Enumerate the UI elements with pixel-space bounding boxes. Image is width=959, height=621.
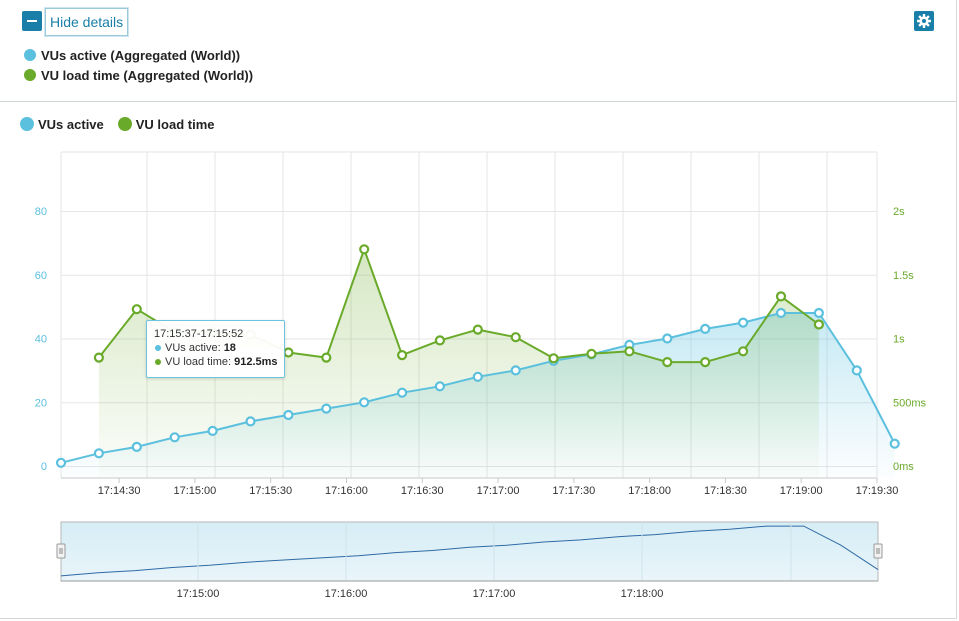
- y-left-tick-label: 80: [35, 206, 47, 218]
- tooltip-row-vu-load-time: VU load time: 912.5ms: [154, 355, 278, 369]
- data-point-vus-active: [169, 432, 180, 443]
- x-tick-label: 17:17:00: [477, 485, 520, 497]
- data-point-vus-active: [207, 425, 218, 436]
- navigator-tick-label: 17:17:00: [473, 588, 516, 600]
- x-tick-label: 17:15:30: [249, 485, 292, 497]
- data-point-vu-load-time: [548, 353, 559, 364]
- navigator: 17:15:00 17:16:00 17:17:00 17:18:00: [56, 521, 883, 600]
- data-point-vus-active: [813, 307, 825, 319]
- tooltip-value: 18: [223, 342, 236, 354]
- data-point-vus-active: [245, 416, 256, 427]
- data-point-vus-active: [434, 381, 445, 392]
- data-point-vus-active: [662, 333, 673, 344]
- main-chart[interactable]: 17:14:30 17:15:00 17:15:30 17:16:00 17:16:30…: [0, 0, 959, 621]
- tooltip-row-vus-active: VUs active: 18: [154, 341, 277, 355]
- data-point-vu-load-time: [359, 244, 370, 255]
- data-point-vus-active: [321, 403, 332, 414]
- data-point-vu-load-time: [813, 319, 825, 330]
- navigator-tick-label: 17:15:00: [177, 588, 220, 600]
- data-point-vu-load-time: [510, 332, 521, 343]
- data-point-vu-load-time: [283, 347, 294, 358]
- data-point-vus-active: [283, 409, 294, 421]
- data-point-vu-load-time: [397, 350, 408, 361]
- x-tick-label: 17:18:30: [704, 485, 747, 497]
- y-right-tick-label: 1.5s: [893, 270, 914, 282]
- x-tick-label: 17:19:30: [856, 485, 899, 497]
- data-point-vu-load-time: [586, 348, 597, 359]
- data-point-vus-active: [397, 387, 408, 398]
- data-point-vus-active: [55, 457, 67, 468]
- tooltip-header: 17:15:37-17:15:52: [154, 328, 244, 340]
- y-right-tick-label: 0ms: [893, 461, 914, 473]
- data-point-vus-active: [359, 397, 370, 408]
- data-point-vus-active: [737, 317, 749, 328]
- data-point-vus-active: [851, 365, 862, 376]
- navigator-handle[interactable]: [56, 543, 66, 559]
- chart-tooltip: 17:15:37-17:15:52 VUs active: 18 VU load…: [146, 320, 285, 378]
- data-point-vu-load-time: [700, 357, 711, 368]
- x-tick-label: 17:18:00: [628, 485, 671, 497]
- data-point-vus-active: [700, 323, 711, 334]
- y-right-tick-label: 2s: [893, 206, 905, 218]
- data-point-vu-load-time: [472, 324, 483, 335]
- data-point-vu-load-time: [624, 346, 635, 357]
- y-right-tick-label: 500ms: [893, 397, 927, 409]
- data-point-vu-load-time: [775, 291, 787, 302]
- data-point-vu-load-time: [93, 352, 105, 363]
- y-left-tick-label: 0: [41, 461, 47, 473]
- tooltip-value: 912.5ms: [234, 356, 278, 368]
- data-point-vus-active: [93, 448, 105, 459]
- data-point-vus-active: [472, 371, 483, 382]
- y-right-tick-label: 1s: [893, 334, 905, 346]
- navigator-tick-label: 17:18:00: [621, 588, 664, 600]
- y-left-tick-label: 60: [35, 270, 47, 282]
- data-point-vu-load-time: [434, 335, 445, 346]
- navigator-tick-label: 17:16:00: [325, 588, 368, 600]
- x-tick-label: 17:17:30: [552, 485, 595, 497]
- data-point-vus-active: [889, 438, 900, 449]
- tooltip-label: VUs active:: [165, 342, 224, 354]
- tooltip-label: VU load time:: [165, 356, 235, 368]
- data-point-vu-load-time: [131, 304, 142, 315]
- y-left-tick-label: 40: [35, 334, 47, 346]
- data-point-vu-load-time: [321, 352, 332, 363]
- x-tick-label: 17:16:00: [325, 485, 368, 497]
- data-point-vus-active: [131, 441, 142, 452]
- y-left-tick-label: 20: [35, 397, 47, 409]
- navigator-handle[interactable]: [873, 543, 883, 559]
- data-point-vus-active: [775, 307, 787, 319]
- data-point-vu-load-time: [737, 346, 749, 357]
- x-tick-label: 17:14:30: [98, 485, 141, 497]
- x-tick-label: 17:15:00: [173, 485, 216, 497]
- x-tick-label: 17:19:00: [780, 485, 823, 497]
- data-point-vu-load-time: [662, 357, 673, 368]
- x-tick-label: 17:16:30: [401, 485, 444, 497]
- navigator-window: [60, 521, 879, 582]
- data-point-vus-active: [510, 365, 521, 376]
